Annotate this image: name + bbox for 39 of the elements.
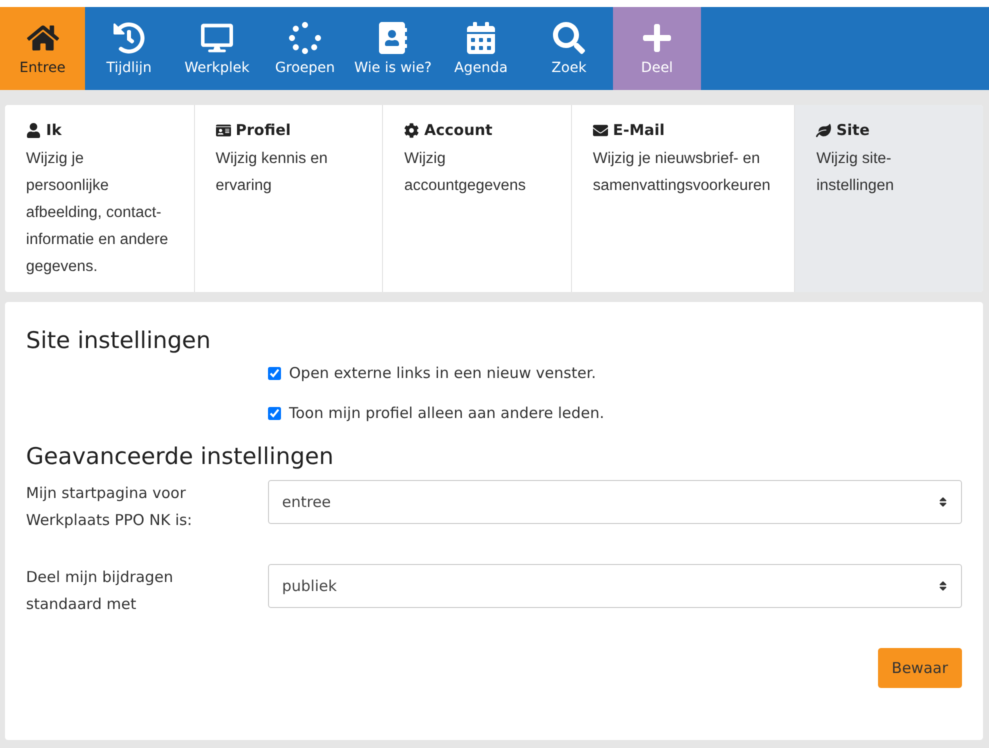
checkbox[interactable]	[268, 406, 281, 420]
envelope-icon	[592, 122, 608, 138]
checkbox-label: Open externe links in een nieuw venster.	[289, 364, 596, 382]
tab-description: Wijzig accountgegevens	[404, 149, 527, 196]
checkbox-label: Toon mijn profiel alleen aan andere leden.	[289, 404, 604, 422]
settings-tab[interactable]: Site Wijzig site-instellingen	[794, 105, 983, 292]
field-label: Mijn startpagina voor Werkplaats PPO NK is:	[26, 483, 194, 531]
id-card-icon	[216, 122, 231, 138]
settings-tab[interactable]: E-Mail Wijzig je nieuwsbrief- en samenvattingsvoorkeuren	[570, 105, 794, 292]
tab-description: Wijzig je persoonlijke afbeelding, contact-informatie en andere gegevens.	[26, 149, 170, 277]
section-heading: Geavanceerde instellingen	[26, 444, 335, 470]
tab-description: Wijzig kennis en ervaring	[216, 149, 329, 196]
leaf-icon	[816, 122, 832, 138]
tab-title: E-Mail	[612, 121, 665, 139]
gear-icon	[404, 122, 420, 138]
tab-title: Site	[836, 121, 870, 139]
search-icon	[553, 22, 585, 54]
monitor-icon	[201, 22, 233, 54]
settings-tab[interactable]: Profiel Wijzig kennis en ervaring	[194, 105, 382, 292]
checkbox[interactable]	[268, 366, 281, 380]
nav-item[interactable]: Entree	[0, 7, 85, 90]
tab-title: Ik	[46, 121, 62, 139]
sort-icon	[937, 580, 949, 592]
tab-title: Profiel	[236, 121, 291, 139]
user-icon	[26, 122, 41, 138]
save-button[interactable]: Bewaar	[878, 648, 962, 688]
field-label: Deel mijn bijdragen standaard met	[26, 567, 174, 615]
section-heading: Site instellingen	[26, 328, 212, 354]
calendar-icon	[465, 22, 497, 54]
plus-icon	[641, 22, 673, 54]
tab-title: Account	[424, 121, 492, 139]
tab-description: Wijzig je nieuwsbrief- en samenvattingsvoorkeuren	[592, 149, 770, 196]
spinner-icon	[289, 22, 321, 54]
sort-icon	[937, 496, 949, 508]
select-field[interactable]: publiek	[268, 564, 962, 608]
address-book-icon	[377, 22, 409, 54]
tab-description: Wijzig site-instellingen	[816, 149, 895, 196]
select-field[interactable]: entree	[268, 480, 962, 524]
history-icon	[113, 22, 145, 54]
